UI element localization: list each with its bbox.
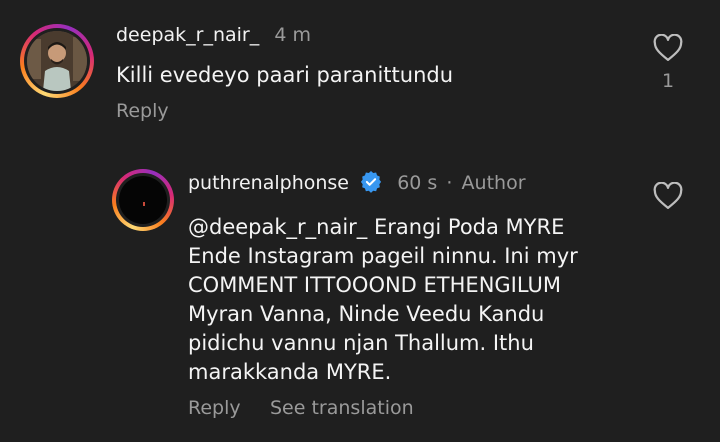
avatar-deepak[interactable] [20, 24, 94, 98]
comment-username[interactable]: deepak_r_nair_ [116, 24, 259, 46]
avatar-photo [27, 31, 87, 91]
comment-puthrenalphonse: puthrenalphonse 60 s · Author @deepak_r_… [0, 150, 720, 442]
heart-outline-icon[interactable] [653, 34, 683, 62]
avatar-photo [119, 176, 167, 224]
meta-separator: · [446, 172, 453, 194]
see-translation-button[interactable]: See translation [270, 397, 414, 419]
author-label: Author [461, 172, 526, 194]
comment-username[interactable]: puthrenalphonse [188, 172, 349, 194]
comment-deepak: deepak_r_nair_ 4 m Killi evedeyo paari p… [0, 0, 720, 140]
comment-text: @deepak_r_nair_ Erangi Poda MYRE Ende In… [188, 215, 578, 384]
avatar-puthrenalphonse[interactable] [112, 169, 174, 231]
comment-time: 4 m [274, 24, 311, 46]
heart-outline-icon[interactable] [653, 182, 683, 210]
reply-button[interactable]: Reply [188, 397, 241, 419]
verified-badge-icon [361, 171, 382, 193]
comment-time: 60 s [397, 172, 438, 194]
comment-text: Killi evedeyo paari paranittundu [116, 63, 454, 87]
reply-button[interactable]: Reply [116, 100, 169, 122]
like-count: 1 [662, 70, 675, 92]
